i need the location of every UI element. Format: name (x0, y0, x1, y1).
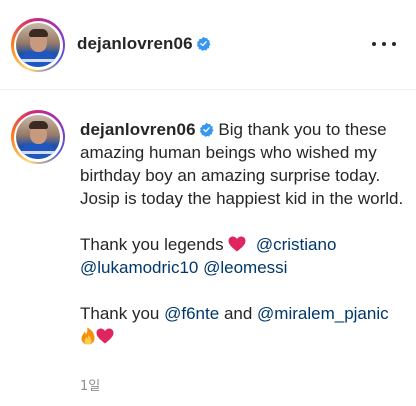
caption-paragraph-3: Thank you @f6nte and @miralem_pjanic (80, 302, 406, 348)
thank-you-text: Thank you (80, 304, 160, 323)
post-header: dejanlovren06 (0, 0, 416, 90)
header-username-row: dejanlovren06 (77, 34, 211, 54)
caption-text: dejanlovren06 Big thank you to these ama… (80, 118, 406, 348)
verified-badge-icon (196, 36, 211, 51)
red-heart-emoji (96, 328, 114, 344)
caption-paragraph-2: Thank you legends @cristiano @lukamodric… (80, 233, 406, 279)
mention-cristiano[interactable]: @cristiano (256, 235, 337, 254)
caption-avatar[interactable] (11, 110, 65, 164)
mention-miralem-pjanic[interactable]: @miralem_pjanic (257, 304, 389, 323)
avatar-image (16, 115, 60, 159)
fire-emoji (81, 327, 95, 345)
caption-username[interactable]: dejanlovren06 (80, 120, 196, 139)
red-heart-emoji (228, 236, 246, 252)
mention-lukamodric10[interactable]: @lukamodric10 (80, 258, 198, 277)
thanks-legends-text: Thank you legends (80, 235, 224, 254)
avatar-image (16, 23, 60, 67)
and-text: and (223, 304, 253, 323)
more-horizontal-icon (372, 42, 376, 46)
mention-leomessi[interactable]: @leomessi (203, 258, 287, 277)
profile-avatar[interactable] (11, 18, 65, 72)
post-timestamp[interactable]: 1일 (80, 375, 100, 394)
avatar-border (13, 112, 63, 162)
more-options-button[interactable] (372, 34, 396, 54)
mention-f6nte[interactable]: @f6nte (164, 304, 219, 323)
caption-paragraph-1: dejanlovren06 Big thank you to these ama… (80, 118, 406, 210)
avatar-border (13, 20, 63, 70)
verified-badge-icon (199, 122, 214, 137)
header-username[interactable]: dejanlovren06 (77, 34, 193, 53)
